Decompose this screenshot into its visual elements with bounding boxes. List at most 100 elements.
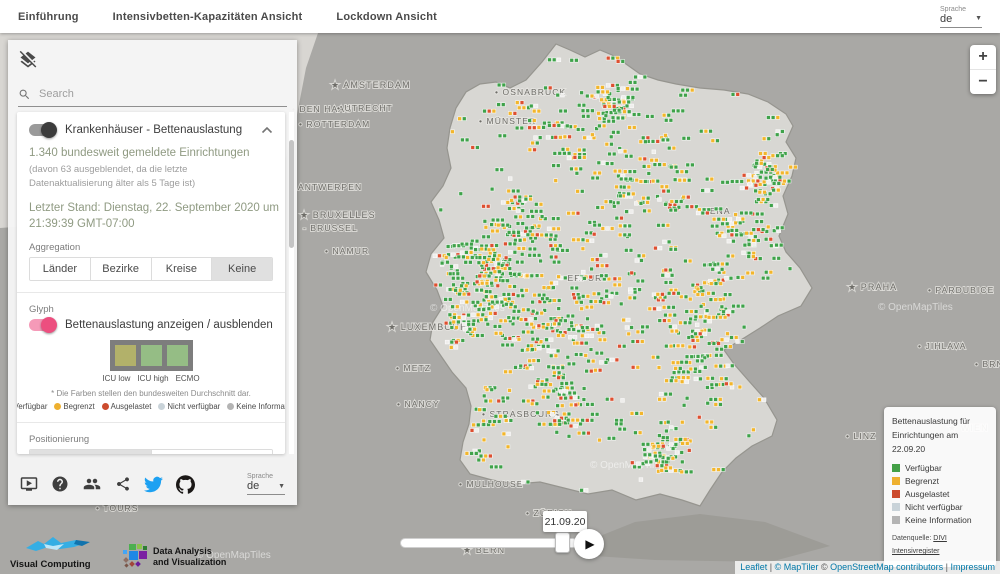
hospital-glyph[interactable] — [630, 412, 643, 416]
hospital-glyph[interactable] — [581, 109, 594, 113]
nav-intensivbetten-ansicht[interactable]: Intensivbetten-Kapazitäten Ansicht — [113, 11, 303, 23]
hospital-glyph[interactable] — [659, 392, 672, 396]
hospital-glyph[interactable] — [547, 227, 560, 231]
hospital-glyph[interactable] — [658, 434, 662, 438]
hospital-glyph[interactable] — [747, 434, 751, 438]
hospital-glyph[interactable] — [507, 316, 511, 320]
hospital-glyph[interactable] — [496, 223, 509, 227]
search-input[interactable] — [37, 87, 271, 101]
hospital-glyph[interactable] — [757, 198, 770, 202]
hospital-glyph[interactable] — [528, 253, 541, 257]
hospital-glyph[interactable] — [536, 411, 540, 415]
hospital-glyph[interactable] — [582, 398, 586, 402]
hospital-glyph[interactable] — [479, 454, 492, 458]
layers-off-icon[interactable] — [18, 50, 38, 70]
hospital-glyph[interactable] — [605, 289, 609, 293]
positioning-option[interactable]: Verdeckungsfrei — [30, 450, 151, 454]
hospital-glyph[interactable] — [590, 267, 594, 271]
hospital-glyph[interactable] — [542, 389, 555, 393]
hospital-glyph[interactable] — [537, 324, 541, 328]
hospital-glyph[interactable] — [557, 307, 561, 311]
hospital-glyph[interactable] — [696, 211, 709, 215]
hospital-glyph[interactable] — [566, 355, 570, 359]
hospital-glyph[interactable] — [491, 218, 504, 222]
hospital-glyph[interactable] — [705, 309, 709, 313]
hospital-glyph[interactable] — [685, 396, 689, 400]
hospital-glyph[interactable] — [460, 242, 473, 246]
hospital-glyph[interactable] — [547, 349, 560, 353]
hospital-glyph[interactable] — [631, 340, 644, 344]
attribution-link[interactable]: Impressum — [950, 562, 995, 572]
hospital-glyph[interactable] — [482, 394, 486, 398]
hospital-glyph[interactable] — [550, 412, 554, 416]
hospital-glyph[interactable] — [766, 225, 770, 229]
hospital-glyph[interactable] — [451, 276, 464, 280]
hospital-glyph[interactable] — [603, 105, 616, 109]
hospital-glyph[interactable] — [507, 231, 520, 235]
hospital-glyph[interactable] — [695, 323, 699, 327]
sidebar-language-select[interactable]: Sprache de ▼ — [247, 473, 285, 495]
hospital-glyph[interactable] — [714, 364, 727, 368]
aggregation-option[interactable]: Kreise — [151, 258, 212, 280]
hospital-glyph[interactable] — [694, 332, 707, 336]
hospital-glyph[interactable] — [672, 344, 685, 348]
hospital-glyph[interactable] — [531, 309, 535, 313]
hospital-glyph[interactable] — [764, 176, 768, 180]
hospital-glyph[interactable] — [604, 114, 608, 118]
hospital-glyph[interactable] — [530, 330, 534, 334]
card-scrollbar[interactable] — [289, 112, 294, 454]
hospital-glyph[interactable] — [606, 96, 610, 100]
hospital-glyph[interactable] — [569, 396, 573, 400]
hospital-glyph[interactable] — [706, 401, 710, 405]
hospital-glyph[interactable] — [519, 318, 532, 322]
hospital-glyph[interactable] — [580, 334, 593, 338]
hospital-glyph[interactable] — [707, 342, 720, 346]
hospital-glyph[interactable] — [570, 167, 583, 171]
twitter-icon[interactable] — [144, 475, 163, 494]
hospital-glyph[interactable] — [634, 75, 647, 79]
attribution-link[interactable]: OpenStreetMap contributors — [830, 562, 943, 572]
hospital-glyph[interactable] — [586, 317, 590, 321]
hospital-glyph[interactable] — [576, 326, 589, 330]
video-tutorial-icon[interactable] — [20, 475, 38, 493]
hospital-glyph[interactable] — [657, 223, 670, 227]
hospital-glyph[interactable] — [444, 256, 448, 260]
visual-computing-logo[interactable]: Visual Computing — [10, 534, 106, 570]
nav-lockdown-ansicht[interactable]: Lockdown Ansicht — [336, 11, 437, 23]
hospital-glyph[interactable] — [589, 300, 602, 304]
hospital-glyph[interactable] — [510, 199, 514, 203]
hospital-glyph[interactable] — [623, 170, 636, 174]
hospital-glyph[interactable] — [771, 154, 784, 158]
hospital-glyph[interactable] — [742, 325, 746, 329]
hospital-glyph[interactable] — [658, 319, 671, 323]
hospital-glyph[interactable] — [617, 100, 630, 104]
collapse-chevron-up-icon[interactable] — [261, 126, 273, 134]
aggregation-option[interactable]: Bezirke — [90, 258, 151, 280]
hospital-glyph[interactable] — [647, 172, 651, 176]
hospital-glyph[interactable] — [534, 317, 538, 321]
hospital-glyph[interactable] — [696, 287, 700, 291]
hospital-glyph[interactable] — [662, 305, 675, 309]
hospital-glyph[interactable] — [621, 399, 625, 403]
hospital-glyph[interactable] — [496, 257, 500, 261]
hospital-glyph[interactable] — [674, 438, 687, 442]
hospital-glyph[interactable] — [558, 151, 571, 155]
hospital-glyph[interactable] — [566, 418, 579, 422]
hospital-glyph[interactable] — [748, 182, 752, 186]
hospital-glyph[interactable] — [655, 458, 659, 462]
hospital-glyph[interactable] — [680, 460, 684, 464]
hospital-glyph[interactable] — [776, 171, 789, 175]
hospital-glyph[interactable] — [486, 322, 490, 326]
hospital-glyph[interactable] — [548, 299, 561, 303]
hospital-glyph[interactable] — [682, 403, 686, 407]
hospital-glyph[interactable] — [721, 222, 734, 226]
hospital-glyph[interactable] — [570, 321, 574, 325]
hospital-glyph[interactable] — [601, 227, 614, 231]
hospital-glyph[interactable] — [483, 109, 496, 113]
hospital-glyph[interactable] — [501, 343, 514, 347]
timeline-slider-track[interactable] — [400, 538, 578, 548]
hospital-glyph[interactable] — [452, 283, 456, 287]
hospital-glyph[interactable] — [598, 438, 602, 442]
hospital-glyph[interactable] — [639, 478, 643, 482]
hospital-glyph[interactable] — [508, 389, 512, 393]
